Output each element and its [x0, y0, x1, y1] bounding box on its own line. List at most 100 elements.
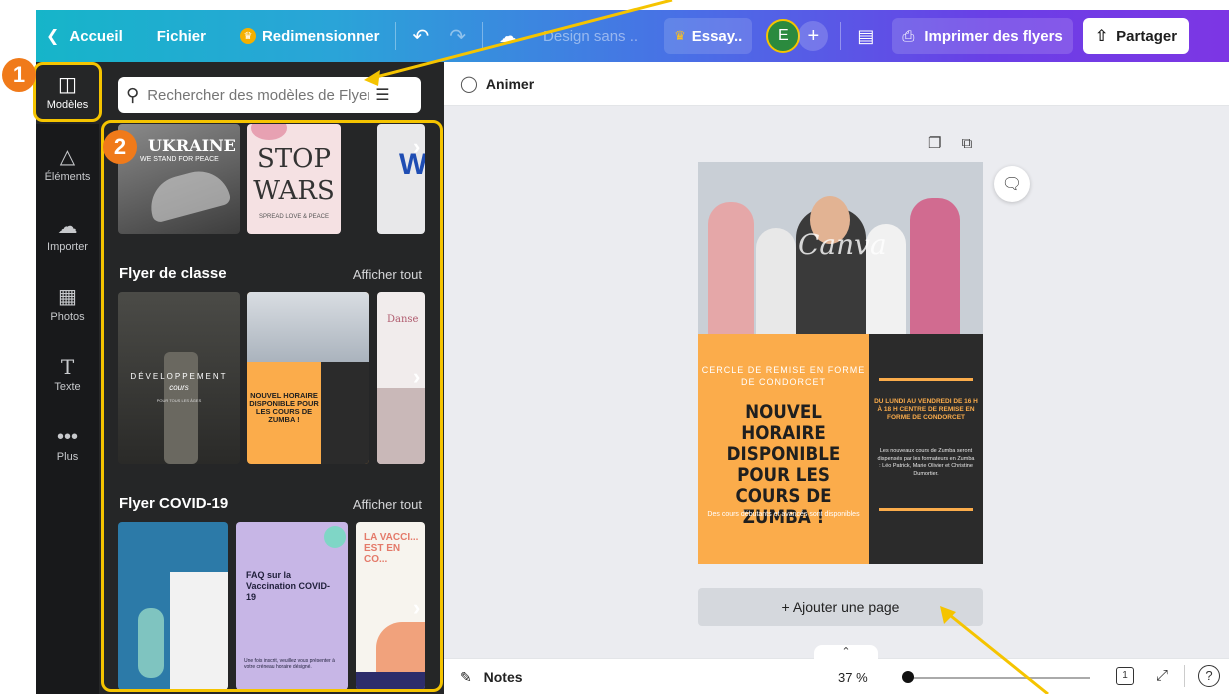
add-page-button[interactable]: + Ajouter une page [698, 588, 983, 626]
avatar[interactable]: E [766, 19, 801, 53]
search-input[interactable] [147, 86, 370, 104]
comment-plus-icon: 🗨 [1001, 176, 1023, 193]
add-page-label: + Ajouter une page [781, 599, 900, 615]
design-title[interactable]: Design sans .. [533, 18, 648, 54]
chevron-left-icon: ❮ [46, 28, 60, 45]
flyer-orange-column: CERCLE DE REMISE EN FORME DE CONDORCET N… [698, 334, 869, 564]
rail-label: Importer [47, 241, 88, 253]
watermark-text: Canva [798, 228, 887, 261]
rail-item-upload[interactable]: ☁ Importer [36, 204, 99, 266]
flyer-schedule: DU LUNDI AU VENDREDI DE 16 H À 18 H CENT… [874, 398, 978, 421]
flyer-divider-top [879, 378, 973, 381]
animate-button[interactable]: ◯ Animer [460, 74, 534, 94]
divider [395, 22, 397, 50]
file-menu[interactable]: Fichier [147, 18, 216, 54]
rail-label: Éléments [44, 171, 91, 183]
duplicate-page-icon[interactable]: ❐ [928, 135, 941, 152]
step-badge-1: 1 [2, 58, 36, 92]
workspace-toolbar: ◯ Animer [444, 62, 1229, 106]
print-icon: ⎙ [902, 27, 915, 45]
rail-label: Photos [50, 311, 85, 323]
share-label: Partager [1116, 27, 1178, 45]
more-icon: ••• [56, 426, 78, 448]
zoom-slider[interactable] [904, 677, 1090, 679]
cloud-upload-icon: ☁ [57, 216, 78, 238]
divider [1184, 665, 1185, 687]
flyer-photo: Canva [698, 162, 983, 334]
print-label: Imprimer des flyers [924, 27, 1063, 45]
essay-label: Essay.. [691, 27, 743, 45]
chevron-up-icon[interactable]: ⌃ [814, 645, 878, 661]
template-search[interactable]: ⚲ ☰ [118, 77, 421, 113]
add-comment-button[interactable]: 🗨 [994, 166, 1030, 202]
home-button[interactable]: ❮ Accueil [36, 18, 133, 54]
zoom-percentage[interactable]: 37 % [838, 670, 868, 685]
add-collaborator-button[interactable]: + [798, 21, 829, 51]
rail-item-more[interactable]: ••• Plus [36, 414, 99, 476]
insights-button[interactable]: ▤ [847, 18, 884, 54]
home-label: Accueil [69, 27, 123, 45]
essay-button[interactable]: ♛ Essay.. [664, 18, 753, 54]
step-badge-2: 2 [103, 130, 137, 164]
notes-icon: ✎ [460, 669, 472, 685]
resize-label: Redimensionner [261, 27, 380, 45]
animate-icon: ◯ [460, 76, 478, 93]
flyer-dark-column: DU LUNDI AU VENDREDI DE 16 H À 18 H CENT… [869, 334, 983, 564]
design-title-text: Design sans .. [543, 27, 639, 45]
photo-person-mid-left [756, 228, 796, 334]
undo-icon: ↶ [412, 25, 430, 48]
redo-button[interactable]: ↷ [439, 18, 476, 54]
plus-icon: + [807, 24, 820, 47]
flyer-page[interactable]: Canva CERCLE DE REMISE EN FORME DE CONDO… [698, 162, 983, 564]
crown-icon: ♛ [239, 28, 256, 44]
print-flyers-button[interactable]: ⎙ Imprimer des flyers [892, 18, 1073, 54]
share-button[interactable]: ⇧ Partager [1082, 18, 1190, 54]
highlight-templates-rail [33, 62, 102, 122]
file-label: Fichier [156, 27, 206, 45]
search-icon: ⚲ [126, 84, 140, 105]
notes-button[interactable]: ✎ Notes [460, 669, 523, 686]
notes-label: Notes [483, 669, 523, 685]
flyer-body: Les nouveaux cours de Zumba seront dispe… [877, 448, 975, 477]
highlight-templates-panel [101, 120, 443, 692]
page-tools: ❐ ⧉ [928, 134, 972, 152]
add-page-icon[interactable]: ⧉ [962, 135, 973, 152]
rail-item-photos[interactable]: ▦ Photos [36, 274, 99, 336]
photo-person-back-right [910, 198, 960, 334]
crown-icon: ♛ [674, 28, 686, 43]
rail-label: Texte [54, 381, 81, 393]
rail-label: Plus [56, 451, 79, 463]
avatar-initial: E [777, 27, 789, 44]
help-button[interactable]: ? [1198, 665, 1220, 687]
step-badge-2-text: 2 [113, 134, 127, 159]
fullscreen-icon[interactable]: ⤢ [1156, 667, 1168, 684]
divider [840, 22, 842, 50]
image-icon: ▦ [58, 286, 77, 308]
step-badge-1-text: 1 [12, 62, 26, 87]
undo-button[interactable]: ↶ [402, 18, 439, 54]
page-count-button[interactable]: 1 [1116, 667, 1134, 685]
flyer-divider-bottom [879, 508, 973, 511]
zoom-slider-handle[interactable] [902, 671, 914, 683]
text-icon: T [60, 355, 75, 379]
rail-item-text[interactable]: T Texte [36, 344, 99, 406]
flyer-small-text: Des cours débutants et avancés sont disp… [707, 511, 860, 518]
page-count: 1 [1122, 670, 1128, 681]
cloud-check-icon: ☁ [499, 25, 518, 46]
photo-person-back-left [708, 202, 754, 334]
share-icon: ⇧ [1094, 28, 1109, 45]
bottom-bar: ✎ Notes ⌃ 37 % 1 ⤢ ? [444, 645, 1229, 694]
top-toolbar: ❮ Accueil Fichier ♛ Redimensionner ↶ ↷ ☁… [36, 10, 1229, 62]
resize-button[interactable]: ♛ Redimensionner [230, 18, 390, 54]
save-status-button[interactable]: ☁ [489, 18, 527, 54]
canva-editor: ❮ Accueil Fichier ♛ Redimensionner ↶ ↷ ☁… [0, 0, 1229, 694]
side-rail: ◫ Modèles △ Éléments ☁ Importer ▦ Photos… [36, 62, 99, 694]
rail-item-elements[interactable]: △ Éléments [36, 134, 99, 196]
bar-chart-icon: ▤ [857, 25, 875, 46]
flyer-subtitle: CERCLE DE REMISE EN FORME DE CONDORCET [701, 365, 866, 387]
animate-label: Animer [485, 76, 535, 92]
redo-icon: ↷ [449, 25, 467, 48]
divider [482, 22, 484, 50]
shapes-icon: △ [59, 146, 76, 168]
filter-icon[interactable]: ☰ [375, 85, 389, 105]
